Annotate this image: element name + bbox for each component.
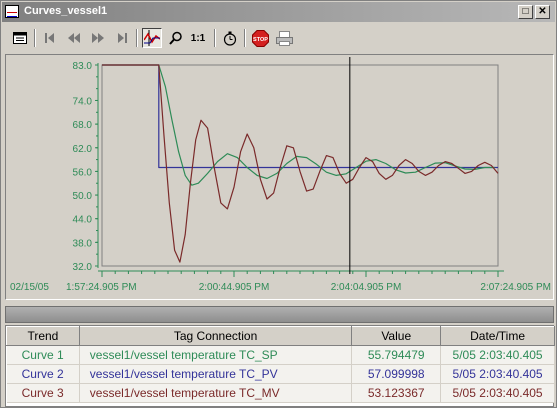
toolbar: 1:1 STOP	[2, 24, 555, 52]
rewind-button[interactable]	[64, 28, 84, 48]
forward-button[interactable]	[88, 28, 108, 48]
y-tick-label: 62.0	[73, 144, 93, 155]
y-tick-label: 68.0	[73, 120, 93, 131]
cell-datetime: 5/05 2:03:40.405	[440, 364, 555, 384]
cell-tag: vessel1/vessel temperature TC_MV	[79, 383, 353, 403]
stop-icon-label: STOP	[253, 37, 268, 43]
first-icon	[45, 33, 54, 43]
cell-trend: Curve 2	[6, 364, 80, 384]
curve-table: Trend Tag Connection Value Date/Time Cur…	[5, 325, 555, 407]
close-button[interactable]: ✕	[535, 5, 550, 19]
toolbar-separator	[214, 29, 216, 47]
pane-splitter[interactable]	[5, 306, 554, 323]
table-row[interactable]: Curve 2 vessel1/vessel temperature TC_PV 5…	[6, 364, 555, 384]
table-header-row: Trend Tag Connection Value Date/Time	[6, 326, 555, 346]
y-tick-label: 38.0	[73, 238, 93, 249]
cursor-icon	[144, 30, 160, 46]
last-button[interactable]	[112, 28, 132, 48]
table-row[interactable]: Curve 1 vessel1/vessel temperature TC_SP 5…	[6, 345, 555, 365]
cell-trend: Curve 3	[6, 383, 80, 403]
column-header-datetime[interactable]: Date/Time	[440, 326, 555, 346]
forward-icon	[92, 33, 104, 43]
cell-datetime: 5/05 2:03:40.405	[440, 383, 555, 403]
y-tick-label: 44.0	[73, 215, 93, 226]
x-tick-label: 2:07:24.905 PM	[480, 282, 551, 293]
table-row[interactable]: Curve 3 vessel1/vessel temperature TC_MV 5…	[6, 383, 555, 403]
zoom-icon	[169, 31, 182, 45]
cell-value: 57.099998	[351, 364, 442, 384]
x-tick-label: 2:04:04.905 PM	[331, 282, 402, 293]
print-icon	[275, 30, 293, 46]
toolbar-separator	[34, 29, 36, 47]
window-title: Curves_vessel1	[24, 5, 108, 17]
toolbar-separator	[244, 29, 246, 47]
cell-value: 55.794479	[351, 345, 442, 365]
y-tick-label: 56.0	[73, 167, 93, 178]
zoom-reset-button[interactable]: 1:1	[188, 28, 208, 48]
title-bar[interactable]: Curves_vessel1 □ ✕	[2, 2, 555, 22]
trend-app-icon	[5, 5, 19, 18]
column-header-trend[interactable]: Trend	[6, 326, 80, 346]
timer-button[interactable]	[220, 28, 240, 48]
zoom-button[interactable]	[166, 28, 186, 48]
cell-tag: vessel1/vessel temperature TC_SP	[79, 345, 353, 365]
last-icon	[118, 33, 127, 43]
x-tick-label: 1:57:24.905 PM	[66, 282, 137, 293]
timer-icon	[223, 31, 237, 46]
trend-chart[interactable]: 83.0 74.0 68.0 62.0 56.0 50.0 44.0 38.0 32.0 1:57…	[6, 55, 553, 299]
y-tick-label: 83.0	[73, 61, 93, 72]
properties-button[interactable]	[10, 28, 30, 48]
maximize-button[interactable]: □	[518, 5, 533, 19]
x-tick-label: 2:00:44.905 PM	[199, 282, 270, 293]
column-header-value[interactable]: Value	[351, 326, 442, 346]
cell-trend: Curve 1	[6, 345, 80, 365]
y-tick-label: 50.0	[73, 191, 93, 202]
properties-icon	[13, 32, 27, 44]
print-button[interactable]	[274, 28, 294, 48]
trend-window: Curves_vessel1 □ ✕ 1:1 STOP 83.0 74.0 68…	[0, 0, 557, 408]
y-tick-label: 74.0	[73, 96, 93, 107]
cell-datetime: 5/05 2:03:40.405	[440, 345, 555, 365]
rewind-icon	[68, 33, 80, 43]
cell-value: 53.123367	[351, 383, 442, 403]
column-header-tag[interactable]: Tag Connection	[78, 326, 353, 346]
trend-plot-area[interactable]: 83.0 74.0 68.0 62.0 56.0 50.0 44.0 38.0 32.0 1:57…	[5, 54, 554, 300]
toolbar-separator	[136, 29, 138, 47]
x-date-label: 02/15/05	[10, 282, 49, 293]
cursor-button[interactable]	[142, 28, 162, 48]
stop-icon: STOP	[251, 29, 269, 47]
y-tick-label: 32.0	[73, 262, 93, 273]
first-button[interactable]	[40, 28, 60, 48]
cell-tag: vessel1/vessel temperature TC_PV	[79, 364, 353, 384]
stop-button[interactable]: STOP	[250, 28, 270, 48]
